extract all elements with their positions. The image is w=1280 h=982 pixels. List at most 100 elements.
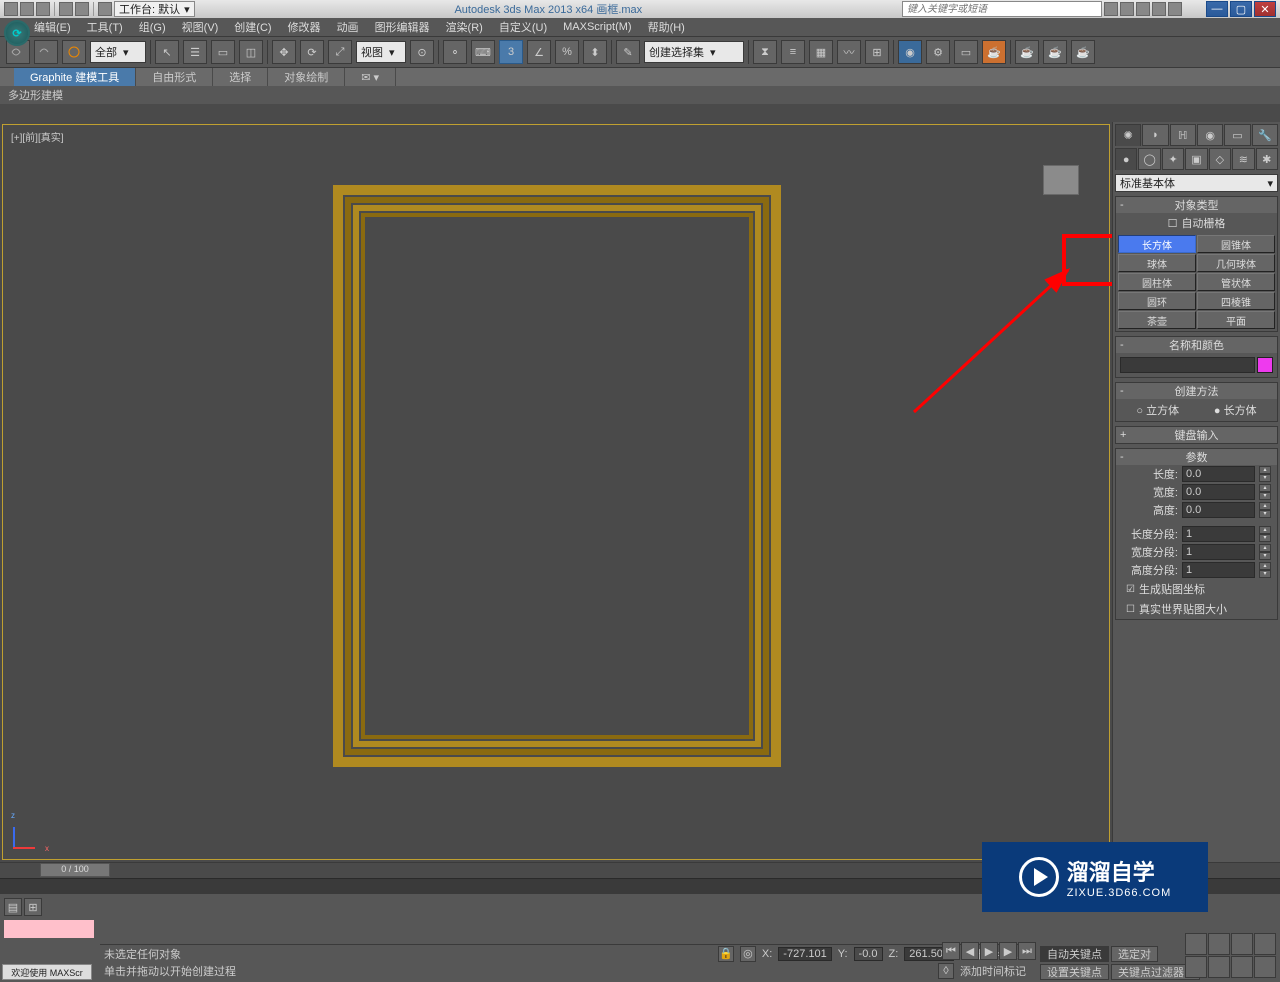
workspace-dropdown[interactable]: 工作台: 默认▾ (114, 1, 195, 17)
width-spinner[interactable]: 0.0 (1182, 484, 1255, 500)
open-icon[interactable] (20, 2, 34, 16)
category-dropdown[interactable]: 标准基本体▾ (1115, 174, 1278, 192)
mini-listener-icon[interactable]: ⊞ (24, 898, 42, 916)
exchange-icon[interactable] (1136, 2, 1150, 16)
subtab-cameras[interactable]: ▣ (1185, 148, 1207, 170)
align-icon[interactable]: ≡ (781, 40, 805, 64)
welcome-tab[interactable]: 欢迎使用 MAXScr (2, 964, 92, 980)
prev-frame-icon[interactable]: ◀ (961, 942, 979, 960)
orbit-icon[interactable] (1231, 956, 1253, 978)
rollout-header-objtype[interactable]: -对象类型 (1116, 197, 1277, 213)
layers-icon[interactable]: ▦ (809, 40, 833, 64)
spinner-snap-icon[interactable]: ⬍ (583, 40, 607, 64)
teapot3-icon[interactable]: ☕ (1071, 40, 1095, 64)
autokey-button[interactable]: 自动关键点 (1040, 946, 1109, 962)
ribbon-tab-freeform[interactable]: 自由形式 (136, 68, 213, 86)
isolate-icon[interactable]: ◎ (740, 946, 756, 962)
ribbon-tab-mail[interactable]: ✉ ▾ (345, 68, 396, 86)
btn-plane[interactable]: 平面 (1197, 311, 1275, 329)
autogrid-checkbox[interactable]: ☐自动栅格 (1116, 213, 1277, 233)
rollout-header-keyboard[interactable]: +键盘输入 (1116, 427, 1277, 443)
window-crossing-icon[interactable]: ◫ (239, 40, 263, 64)
subtab-geometry[interactable]: ● (1115, 148, 1137, 170)
rollout-header-method[interactable]: -创建方法 (1116, 383, 1277, 399)
menu-help[interactable]: 帮助(H) (648, 19, 685, 35)
chk-gen-mapcoords[interactable]: ☑ 生成贴图坐标 (1116, 579, 1277, 599)
zoom-extents-all-icon[interactable] (1254, 933, 1276, 955)
render-setup-icon[interactable]: ⚙ (926, 40, 950, 64)
ribbon-tab-graphite[interactable]: Graphite 建模工具 (14, 68, 136, 86)
rotate-icon[interactable]: ⟳ (300, 40, 324, 64)
play-icon[interactable]: ▶ (980, 942, 998, 960)
favorite-icon[interactable] (1152, 2, 1166, 16)
next-frame-icon[interactable]: ▶ (999, 942, 1017, 960)
search-input[interactable] (902, 1, 1102, 17)
timetag-icon[interactable]: ◊ (938, 963, 954, 979)
rollout-header-name[interactable]: -名称和颜色 (1116, 337, 1277, 353)
fov-icon[interactable] (1185, 956, 1207, 978)
viewport-label[interactable]: [+][前][真实] (11, 129, 64, 144)
wsegs-spinner[interactable]: 1 (1182, 544, 1255, 560)
selection-filter-dropdown[interactable]: 全部▾ (90, 41, 146, 63)
zoom-extents-icon[interactable] (1231, 933, 1253, 955)
percent-snap-icon[interactable]: % (555, 40, 579, 64)
teapot1-icon[interactable]: ☕ (1015, 40, 1039, 64)
tab-hierarchy[interactable]: ℍ (1170, 124, 1196, 146)
menu-modifiers[interactable]: 修改器 (288, 19, 321, 35)
tab-create[interactable]: ✺ (1115, 124, 1141, 146)
help-icon[interactable] (1168, 2, 1182, 16)
selected-button[interactable]: 选定对 (1111, 946, 1158, 962)
setkey-button[interactable]: 设置关键点 (1040, 964, 1109, 980)
object-color-swatch[interactable] (1257, 357, 1273, 373)
lock-icon[interactable]: 🔒 (718, 946, 734, 962)
btn-sphere[interactable]: 球体 (1118, 254, 1196, 272)
btn-cylinder[interactable]: 圆柱体 (1118, 273, 1196, 291)
select-name-icon[interactable]: ☰ (183, 40, 207, 64)
material-editor-icon[interactable]: ◉ (898, 40, 922, 64)
lsegs-spinner[interactable]: 1 (1182, 526, 1255, 542)
ribbon-sub-label[interactable]: 多边形建模 (8, 87, 63, 103)
hsegs-spinner[interactable]: 1 (1182, 562, 1255, 578)
subtab-systems[interactable]: ✱ (1256, 148, 1278, 170)
tab-display[interactable]: ▭ (1224, 124, 1250, 146)
render-frame-icon[interactable]: ▭ (954, 40, 978, 64)
add-timetag[interactable]: 添加时间标记 (960, 963, 1026, 979)
subtab-shapes[interactable]: ◯ (1138, 148, 1160, 170)
length-spinner[interactable]: 0.0 (1182, 466, 1255, 482)
redo-icon[interactable] (75, 2, 89, 16)
angle-snap-icon[interactable]: ∠ (527, 40, 551, 64)
snap-toggle-icon[interactable]: 3 (499, 40, 523, 64)
mirror-icon[interactable]: ⧗ (753, 40, 777, 64)
schematic-icon[interactable]: ⊞ (865, 40, 889, 64)
viewcube[interactable] (1043, 165, 1079, 195)
chk-realworld[interactable]: ☐ 真实世界贴图大小 (1116, 599, 1277, 619)
btn-torus[interactable]: 圆环 (1118, 292, 1196, 310)
btn-cone[interactable]: 圆锥体 (1197, 235, 1275, 253)
move-icon[interactable]: ✥ (272, 40, 296, 64)
rollout-header-params[interactable]: -参数 (1116, 449, 1277, 465)
subtab-spacewarps[interactable]: ≋ (1232, 148, 1254, 170)
btn-geosphere[interactable]: 几何球体 (1197, 254, 1275, 272)
tab-modify[interactable]: ◗ (1142, 124, 1168, 146)
btn-teapot[interactable]: 茶壶 (1118, 311, 1196, 329)
ref-coord-dropdown[interactable]: 视图▾ (356, 41, 406, 63)
zoom-icon[interactable] (1185, 933, 1207, 955)
curve-editor-icon[interactable]: 〰 (837, 40, 861, 64)
select-region-icon[interactable]: ▭ (211, 40, 235, 64)
menu-rendering[interactable]: 渲染(R) (446, 19, 483, 35)
pivot-icon[interactable]: ⊙ (410, 40, 434, 64)
ribbon-tab-selection[interactable]: 选择 (213, 68, 268, 86)
scale-icon[interactable]: ⤢ (328, 40, 352, 64)
btn-tube[interactable]: 管状体 (1197, 273, 1275, 291)
manipulate-icon[interactable]: ⚬ (443, 40, 467, 64)
named-selection-dropdown[interactable]: 创建选择集▾ (644, 41, 744, 63)
bind-icon[interactable] (62, 40, 86, 64)
save-icon[interactable] (36, 2, 50, 16)
mini-listener-toggle[interactable]: ▤ (4, 898, 22, 916)
object-name-input[interactable] (1120, 357, 1255, 373)
menu-graph[interactable]: 图形编辑器 (375, 19, 430, 35)
btn-pyramid[interactable]: 四棱锥 (1197, 292, 1275, 310)
x-coord[interactable]: -727.101 (778, 947, 831, 961)
subtab-helpers[interactable]: ◇ (1209, 148, 1231, 170)
link-icon[interactable] (98, 2, 112, 16)
